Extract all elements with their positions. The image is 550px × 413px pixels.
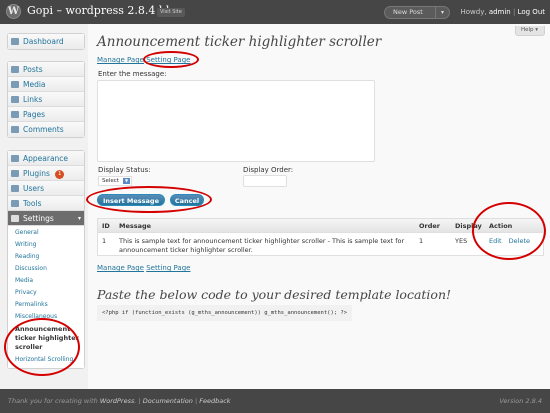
submenu-item-media[interactable]: Media (8, 275, 84, 287)
bottom-page-links: Manage Page Setting Page (97, 264, 190, 272)
sidebar-item-comments[interactable]: Comments (8, 122, 84, 137)
display-order-input[interactable] (243, 175, 287, 187)
admin-footer: Thank you for creating with WordPress. |… (0, 389, 550, 413)
sidebar-item-label: Pages (23, 110, 46, 119)
submenu-item-permalinks[interactable]: Permalinks (8, 299, 84, 311)
footer-thank-you: Thank you for creating with (8, 397, 98, 405)
settings-icon (11, 215, 19, 222)
column-header-order: Order (419, 222, 440, 230)
admin-header: W Gopi – wordpress 2.8.4 blog Visit Site… (0, 0, 550, 24)
sidebar-item-settings[interactable]: Settings ▾ (8, 211, 84, 226)
tools-icon (11, 200, 19, 207)
documentation-link[interactable]: Documentation (143, 397, 193, 405)
sidebar-item-links[interactable]: Links (8, 92, 84, 107)
display-order-label: Display Order: (243, 166, 294, 174)
sidebar-item-appearance[interactable]: Appearance (8, 151, 84, 166)
chevron-down-icon: ▼ (123, 178, 130, 184)
visit-site-button[interactable]: Visit Site (157, 8, 185, 17)
footer-separator: . | (134, 397, 141, 405)
column-header-message: Message (119, 222, 152, 230)
manage-page-link[interactable]: Manage Page (97, 264, 144, 272)
appearance-icon (11, 155, 19, 162)
display-status-label: Display Status: (98, 166, 151, 174)
footer-separator-2: | (194, 397, 198, 405)
plugins-icon (11, 170, 19, 177)
wp-logo-icon: W (6, 4, 21, 19)
users-icon (11, 185, 19, 192)
submenu-item-writing[interactable]: Writing (8, 239, 84, 251)
sidebar-item-label: Links (23, 95, 43, 104)
submenu-item-discussion[interactable]: Discussion (8, 263, 84, 275)
menu-dashboard-block: Dashboard (7, 33, 85, 50)
annotation-circle-actions (472, 202, 546, 260)
annotation-circle-setting-page (143, 51, 199, 68)
sidebar-item-pages[interactable]: Pages (8, 107, 84, 122)
sidebar-item-media[interactable]: Media (8, 77, 84, 92)
posts-icon (11, 66, 19, 73)
sidebar-item-tools[interactable]: Tools (8, 196, 84, 211)
sidebar-item-label: Comments (23, 125, 64, 134)
display-status-select[interactable]: Select ▼ (98, 176, 132, 186)
howdy-text: Howdy, (460, 8, 487, 16)
sidebar-item-plugins[interactable]: Plugins 1 (8, 166, 84, 181)
pages-icon (11, 111, 19, 118)
submenu-item-reading[interactable]: Reading (8, 251, 84, 263)
sidebar-item-dashboard[interactable]: Dashboard (8, 34, 84, 49)
setting-page-link[interactable]: Setting Page (146, 264, 190, 272)
username-link[interactable]: admin (489, 8, 511, 16)
manage-page-link[interactable]: Manage Page (97, 56, 144, 64)
row-display: YES (455, 237, 468, 245)
user-greeting: Howdy, admin | Log Out (460, 8, 545, 16)
row-message: This is sample text for announcement tic… (119, 237, 405, 254)
sidebar-item-label: Plugins (23, 169, 50, 178)
plugins-update-badge: 1 (55, 170, 65, 179)
annotation-circle-buttons (86, 186, 212, 213)
wordpress-link[interactable]: WordPress (100, 397, 135, 405)
column-header-id: ID (102, 222, 110, 230)
page-title: Announcement ticker highlighter scroller (97, 34, 382, 50)
message-textarea[interactable] (97, 80, 375, 162)
sidebar-item-label: Settings (23, 214, 54, 223)
paste-code-heading: Paste the below code to your desired tem… (97, 287, 452, 302)
enter-message-label: Enter the message: (98, 70, 167, 78)
help-button[interactable]: Help ▾ (515, 26, 545, 36)
submenu-item-general[interactable]: General (8, 227, 84, 239)
submenu-item-privacy[interactable]: Privacy (8, 287, 84, 299)
dashboard-icon (11, 38, 19, 45)
menu-content-block: Posts Media Links Pages Comments (7, 61, 85, 138)
chevron-down-icon[interactable]: ▾ (78, 211, 81, 226)
footer-credits: Thank you for creating with WordPress. |… (8, 397, 231, 405)
comments-icon (11, 126, 19, 133)
new-post-dropdown[interactable]: New Post ▾ (384, 6, 450, 19)
chevron-down-icon[interactable]: ▾ (435, 7, 449, 18)
logout-link[interactable]: Log Out (518, 8, 545, 16)
media-icon (11, 81, 19, 88)
feedback-link[interactable]: Feedback (199, 397, 230, 405)
sidebar-item-posts[interactable]: Posts (8, 62, 84, 77)
version-text: Version 2.8.4 (499, 397, 542, 405)
header-separator: | (512, 8, 516, 16)
annotation-circle-sidebar (4, 318, 80, 376)
template-code-snippet: <?php if (function_exists (g_mths_announ… (97, 305, 353, 321)
display-status-value: Select (102, 178, 119, 184)
sidebar-item-label: Users (23, 184, 45, 193)
sidebar-item-label: Appearance (23, 154, 69, 163)
new-post-label: New Post (393, 8, 423, 16)
sidebar-item-label: Media (23, 80, 46, 89)
sidebar-item-label: Tools (23, 199, 42, 208)
links-icon (11, 96, 19, 103)
sidebar-item-users[interactable]: Users (8, 181, 84, 196)
sidebar-item-label: Dashboard (23, 37, 64, 46)
row-id: 1 (102, 237, 107, 245)
sidebar-item-label: Posts (23, 65, 43, 74)
row-order: 1 (419, 237, 424, 245)
